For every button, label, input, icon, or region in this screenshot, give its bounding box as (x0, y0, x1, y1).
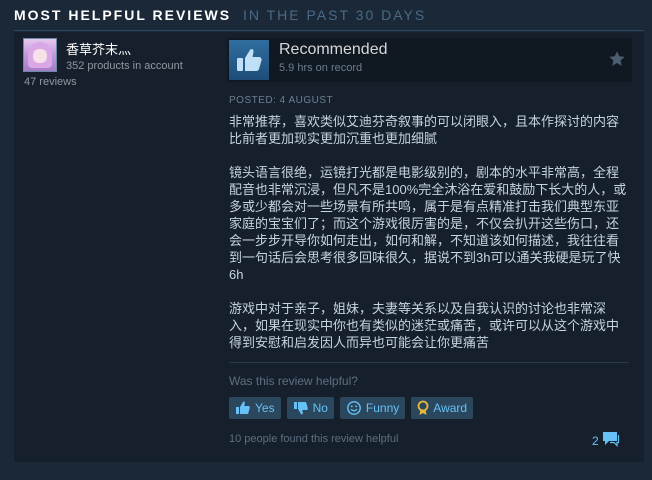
author-name[interactable]: 香草芥末灬 (66, 39, 131, 58)
award-icon (417, 400, 429, 416)
review-paragraph: 游戏中对于亲子，姐妹，夫妻等关系以及自我认识的讨论也非常深入，如果在现实中你也有… (229, 301, 620, 350)
review-content: 非常推荐，喜欢类似艾迪芬奇叙事的可以闭眼入，且本作探讨的内容比前者更加现实更加沉… (229, 113, 629, 351)
award-button[interactable]: Award (411, 397, 474, 419)
header-divider (14, 30, 644, 31)
vote-no-button[interactable]: No (286, 397, 334, 419)
recommendation-header[interactable]: Recommended 5.9 hrs on record (227, 38, 632, 82)
thumbs-up-icon (229, 40, 269, 80)
vote-yes-label: Yes (255, 401, 275, 415)
smiley-icon (346, 400, 362, 416)
vote-funny-label: Funny (365, 401, 400, 415)
thumbs-up-icon (235, 400, 251, 416)
comment-count: 2 (592, 433, 599, 448)
section-subtitle: IN THE PAST 30 DAYS (242, 7, 427, 23)
vote-no-label: No (312, 401, 328, 415)
posted-date: POSTED: 4 AUGUST (229, 95, 334, 106)
star-icon[interactable] (608, 50, 626, 68)
recommendation-label: Recommended (279, 41, 388, 58)
author-products-count: 352 products in account (66, 60, 183, 72)
comment-icon (602, 431, 620, 450)
section-title: MOST HELPFUL REVIEWS (14, 7, 232, 23)
award-label: Award (433, 401, 468, 415)
review-paragraph: 镜头语言很绝，运镜打光都是电影级别的，剧本的水平非常高，全程配音也非常沉浸，但凡… (229, 165, 627, 282)
section-header: MOST HELPFUL REVIEWS IN THE PAST 30 DAYS (14, 7, 426, 27)
review-paragraph: 非常推荐，喜欢类似艾迪芬奇叙事的可以闭眼入，且本作探讨的内容比前者更加现实更加沉… (229, 114, 620, 146)
vote-buttons: Yes No Funny Award (229, 397, 474, 419)
vote-funny-button[interactable]: Funny (339, 397, 406, 419)
review-divider (229, 362, 629, 363)
vote-yes-button[interactable]: Yes (229, 397, 281, 419)
comments-link[interactable]: 2 (592, 431, 620, 450)
helpful-count: 10 people found this review helpful (229, 433, 399, 445)
thumbs-down-icon (293, 400, 309, 416)
helpful-question: Was this review helpful? (229, 374, 358, 388)
review-card: 香草芥末灬 352 products in account 47 reviews… (14, 32, 644, 462)
hours-on-record: 5.9 hrs on record (279, 62, 363, 74)
author-reviews-count[interactable]: 47 reviews (24, 76, 77, 88)
avatar[interactable] (23, 38, 57, 72)
